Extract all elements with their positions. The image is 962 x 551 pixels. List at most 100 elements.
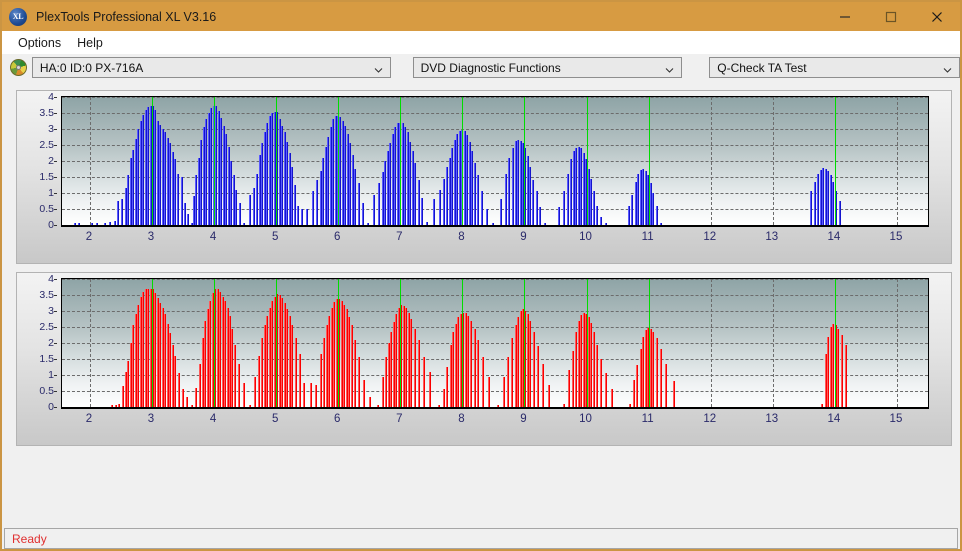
chart-bar (656, 338, 658, 407)
chart-bar (492, 223, 494, 225)
chart-bar (115, 405, 117, 407)
y-axis-tick (54, 279, 57, 280)
chart-bar (580, 148, 582, 225)
gridline-horizontal (62, 391, 928, 392)
chart-bar (611, 389, 613, 407)
chart-bar (184, 202, 186, 225)
chart-bar (426, 221, 428, 225)
chart-bar (832, 181, 834, 225)
chart-bar (358, 183, 360, 225)
chart-bar (827, 171, 829, 225)
chart-bar (517, 139, 519, 225)
y-axis-tick (54, 177, 57, 178)
chart-bar (439, 189, 441, 225)
chart-bar (271, 301, 273, 407)
chart-bar (827, 336, 829, 407)
chart-bar (174, 355, 176, 407)
chart-bar (177, 173, 179, 225)
gridline-horizontal (62, 209, 928, 210)
chart-bar (418, 180, 420, 225)
menu-item-help[interactable]: Help (69, 34, 111, 52)
chart-bar (159, 125, 161, 225)
y-axis-tick (54, 161, 57, 162)
chart-bar (477, 175, 479, 225)
x-axis-tick-label: 9 (520, 231, 527, 243)
chart-bar (414, 162, 416, 225)
results-panel: Jitter: 5 Peak Shift: 4 TA Quality Indic… (2, 454, 960, 526)
y-axis-tick-label: 0.5 (39, 385, 54, 397)
chart-bar (652, 193, 654, 225)
chart-bar (474, 328, 476, 407)
chart-bar (389, 143, 391, 225)
chart-bar (147, 288, 149, 407)
chart-bar (665, 363, 667, 407)
y-axis-tick (54, 209, 57, 210)
chart-bar (537, 346, 539, 407)
maximize-icon[interactable] (868, 2, 914, 31)
chart-bar (558, 207, 560, 225)
drive-selector[interactable]: HA:0 ID:0 PX-716A (31, 57, 391, 78)
chart-bar (254, 376, 256, 407)
chart-bar (295, 338, 297, 407)
y-axis-tick-label: 1.5 (39, 171, 54, 183)
selector-toolbar: HA:0 ID:0 PX-716A DVD Diagnostic Functio… (2, 54, 960, 81)
chart-bar (673, 381, 675, 407)
x-axis-tick-label: 14 (827, 231, 841, 243)
chart-bar (109, 221, 111, 225)
chart-bar (204, 320, 206, 407)
x-axis-tick-label: 5 (271, 413, 279, 425)
test-selector[interactable]: Q-Check TA Test (709, 57, 960, 78)
chart-bar (542, 363, 544, 407)
chart-bar (310, 383, 312, 407)
chart-bar (500, 199, 502, 225)
chart-bar (633, 379, 635, 407)
chart-marker (276, 97, 278, 225)
chart-bar (239, 202, 241, 225)
chart-bar (503, 376, 505, 407)
chart-bar (178, 373, 180, 407)
chart-bar (96, 223, 98, 225)
menu-item-options[interactable]: Options (10, 34, 69, 52)
minimize-icon[interactable] (822, 2, 868, 31)
chart-marker (834, 97, 836, 225)
chart-bar (266, 315, 268, 407)
chart-bar (299, 354, 301, 407)
status-text: Ready (12, 531, 47, 546)
title-bar: XL PlexTools Professional XL V3.16 (2, 2, 960, 31)
chart-bar (533, 331, 535, 407)
close-icon[interactable] (914, 2, 960, 31)
chart-bar (418, 339, 420, 407)
chart-marker (214, 97, 216, 225)
chart-bar (482, 357, 484, 407)
chart-bar (423, 357, 425, 407)
gridline-horizontal (62, 279, 928, 280)
chart-bar (191, 405, 193, 407)
chart-bar (405, 308, 407, 407)
chart-bar (575, 147, 577, 225)
chart-bar (243, 383, 245, 407)
chart-bar (215, 105, 217, 225)
chart-bar (127, 360, 129, 407)
chart-bar (600, 217, 602, 225)
y-axis-tick-label: 0.5 (39, 203, 54, 215)
chart-bar (517, 317, 519, 407)
function-selector[interactable]: DVD Diagnostic Functions (412, 57, 683, 78)
chart-bar (466, 135, 468, 225)
jitter-chart-y-axis: 4 3.5 3 2.5 2 1.5 1 0.5 0 (17, 91, 57, 231)
chart-bar (590, 323, 592, 407)
chart-bar (271, 113, 273, 225)
x-axis-tick-label: 8 (458, 413, 465, 425)
chart-bar (385, 357, 387, 407)
chart-bar (605, 223, 607, 225)
chart-bar (474, 162, 476, 225)
chart-bar (303, 383, 305, 407)
gridline-vertical (772, 279, 774, 407)
gridline-horizontal (62, 343, 928, 344)
chart-bar (452, 331, 454, 407)
chart-bar (182, 389, 184, 407)
chart-bar (409, 141, 411, 225)
chart-bar (294, 185, 296, 225)
x-axis-tick-label: 8 (458, 231, 465, 243)
y-axis-tick-label: 3.5 (39, 107, 54, 119)
chart-bar (256, 173, 258, 225)
